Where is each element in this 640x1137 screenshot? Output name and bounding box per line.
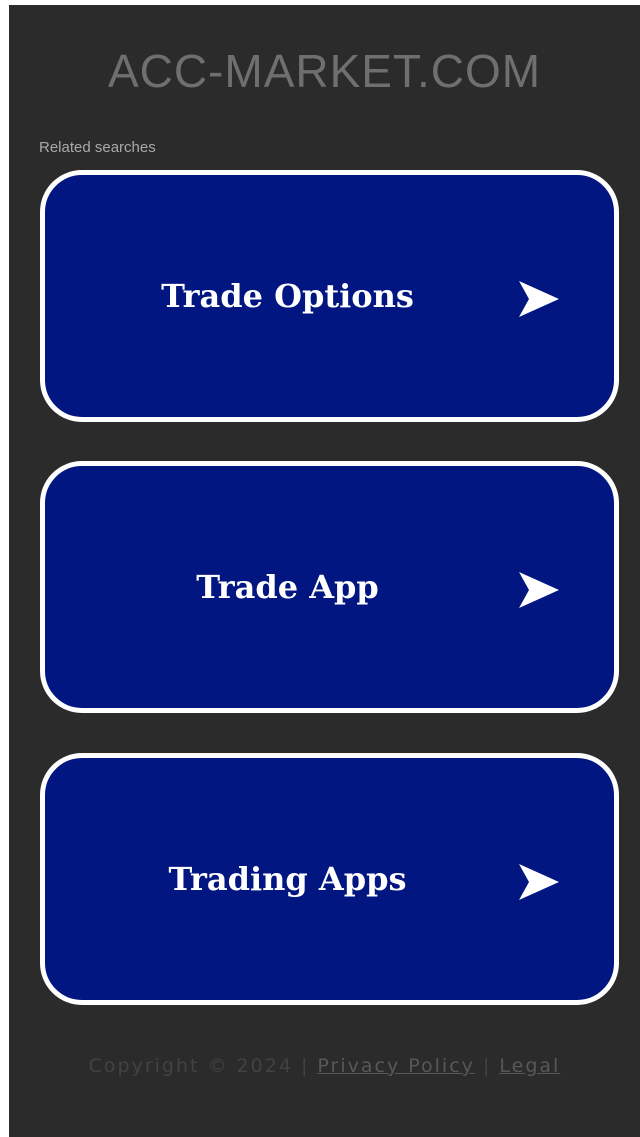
arrow-right-icon	[519, 864, 559, 900]
related-search-trade-options[interactable]: Trade Options	[40, 170, 619, 422]
footer: Copyright © 2024 | Privacy Policy | Lega…	[9, 1053, 640, 1079]
related-search-trade-app[interactable]: Trade App	[40, 461, 619, 713]
related-searches-label: Related searches	[39, 139, 156, 156]
footer-separator: |	[482, 1055, 492, 1077]
related-search-label: Trade Options	[161, 277, 414, 315]
related-search-label: Trade App	[196, 568, 379, 606]
copyright-text: Copyright © 2024	[88, 1055, 293, 1077]
arrow-right-icon	[519, 572, 559, 608]
page-container: ACC-MARKET.COM Related searches Trade Op…	[9, 5, 640, 1137]
footer-separator: |	[300, 1055, 310, 1077]
privacy-policy-link[interactable]: Privacy Policy	[317, 1055, 474, 1077]
related-search-trading-apps[interactable]: Trading Apps	[40, 753, 619, 1005]
related-search-label: Trading Apps	[168, 860, 407, 898]
arrow-right-icon	[519, 281, 559, 317]
legal-link[interactable]: Legal	[499, 1055, 560, 1077]
site-title: ACC-MARKET.COM	[107, 45, 542, 97]
